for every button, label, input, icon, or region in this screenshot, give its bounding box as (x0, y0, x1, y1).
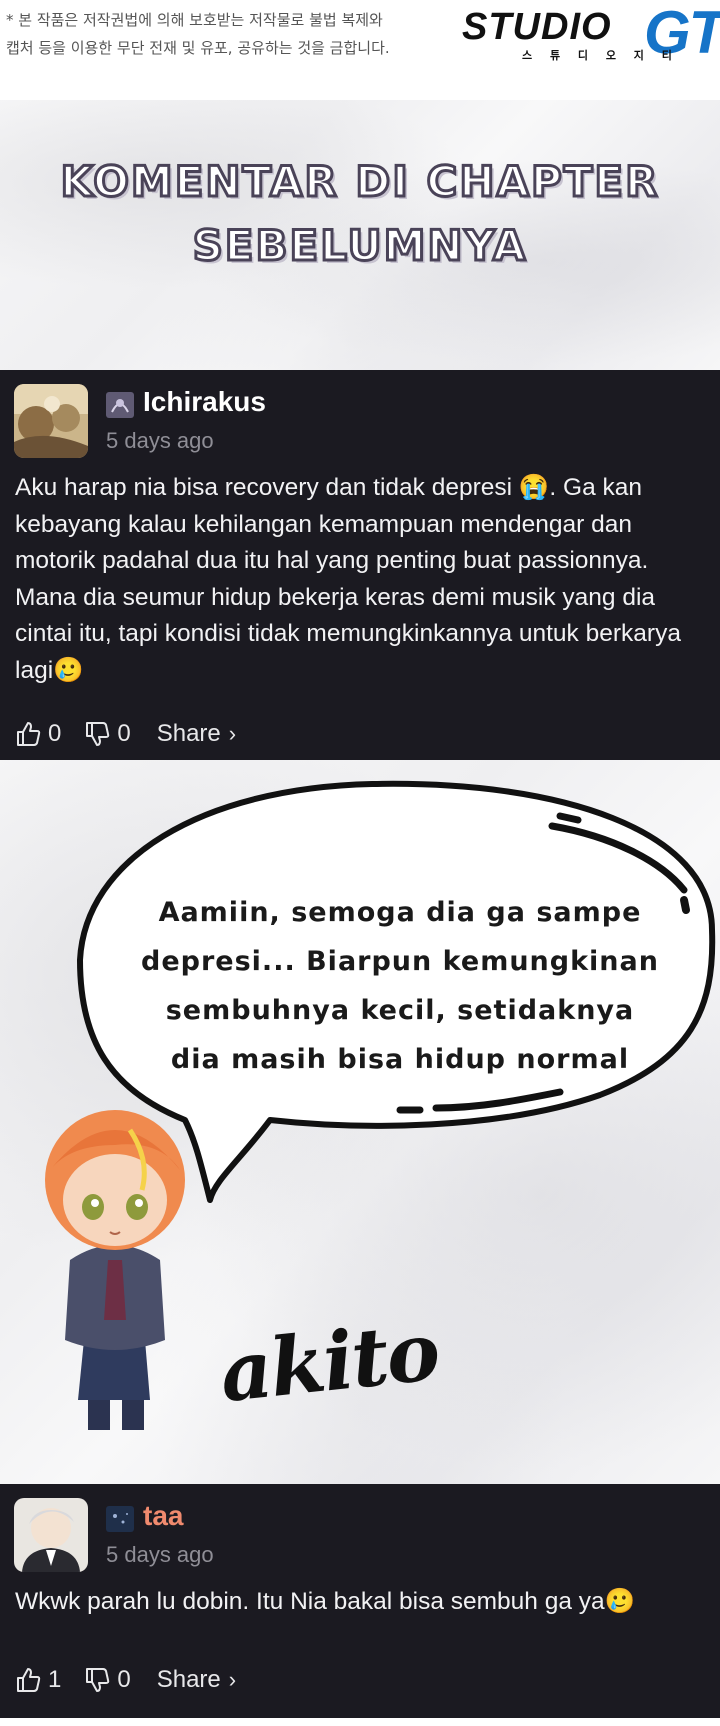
share-button[interactable]: Share › (157, 720, 236, 748)
studio-gt-logo: STUDIO GT 스 튜 디 오 지 티 (462, 0, 720, 68)
dislike-count: 0 (117, 720, 131, 747)
avatar[interactable] (14, 384, 88, 458)
like-button[interactable]: 1 (14, 1666, 61, 1694)
speech-bubble-text: Aamiin, semoga dia ga sampe depresi... B… (120, 888, 680, 1084)
copyright-notice: * 본 작품은 저작권법에 의해 보호받는 저작물로 불법 복제와 캡처 등을 … (6, 6, 446, 62)
copyright-line: * 본 작품은 저작권법에 의해 보호받는 저작물로 불법 복제와 (6, 11, 383, 29)
page: * 본 작품은 저작권법에 의해 보호받는 저작물로 불법 복제와 캡처 등을 … (0, 0, 720, 1726)
bubble-line: sembuhnya kecil, setidaknya (165, 995, 635, 1026)
comment-timestamp: 5 days ago (106, 1542, 214, 1567)
dislike-button[interactable]: 0 (83, 1666, 131, 1694)
comment-card: taa 5 days ago Wkwk parah lu dobin. Itu … (0, 1484, 720, 1718)
logo-subtitle: 스 튜 디 오 지 티 (522, 49, 679, 62)
bubble-line: dia masih bisa hidup normal (170, 1044, 630, 1075)
comment-username[interactable]: taa (143, 1500, 183, 1532)
section-title-line: KOMENTAR DI CHAPTER (59, 156, 660, 208)
dislike-count: 0 (117, 1666, 131, 1693)
thumbs-up-icon (17, 722, 41, 746)
share-label: Share (156, 720, 221, 747)
thumbs-down-icon (86, 722, 110, 746)
title-panel: KOMENTAR DI CHAPTER SEBELUMNYA (0, 100, 720, 370)
comment-timestamp: 5 days ago (106, 428, 214, 453)
copyright-line: 캡처 등을 이용한 무단 전재 및 유포, 공유하는 것을 금합니다. (6, 39, 390, 57)
comment-actions: 0 0 Share › (14, 714, 236, 754)
share-button[interactable]: Share › (157, 1666, 236, 1694)
avatar[interactable] (14, 1498, 88, 1572)
like-count: 0 (48, 720, 62, 747)
character-illustration (45, 1110, 185, 1430)
section-title: KOMENTAR DI CHAPTER SEBELUMNYA (0, 150, 720, 278)
logo-word: STUDIO (462, 6, 612, 48)
thumbs-down-icon (86, 1668, 110, 1692)
user-badge-icon (106, 1506, 134, 1532)
dislike-button[interactable]: 0 (83, 720, 131, 748)
like-count: 1 (48, 1666, 62, 1693)
comment-actions: 1 0 Share › (14, 1660, 236, 1700)
comment-username[interactable]: Ichirakus (143, 386, 266, 418)
chevron-right-icon: › (228, 721, 237, 746)
like-button[interactable]: 0 (14, 720, 61, 748)
chevron-right-icon: › (228, 1667, 237, 1692)
reply-panel: Aamiin, semoga dia ga sampe depresi... B… (0, 760, 720, 1484)
share-label: Share (156, 1666, 221, 1693)
user-badge-icon (106, 392, 134, 418)
header: * 본 작품은 저작권법에 의해 보호받는 저작물로 불법 복제와 캡처 등을 … (0, 0, 720, 90)
thumbs-up-icon (17, 1668, 41, 1692)
bubble-line: Aamiin, semoga dia ga sampe (158, 897, 642, 928)
bubble-line: depresi... Biarpun kemungkinan (141, 946, 659, 977)
section-title-line: SEBELUMNYA (191, 220, 528, 272)
comment-body: Wkwk parah lu dobin. Itu Nia bakal bisa … (15, 1588, 636, 1615)
comment-body: Aku harap nia bisa recovery dan tidak de… (15, 474, 681, 684)
comment-card: Ichirakus 5 days ago Aku harap nia bisa … (0, 370, 720, 760)
